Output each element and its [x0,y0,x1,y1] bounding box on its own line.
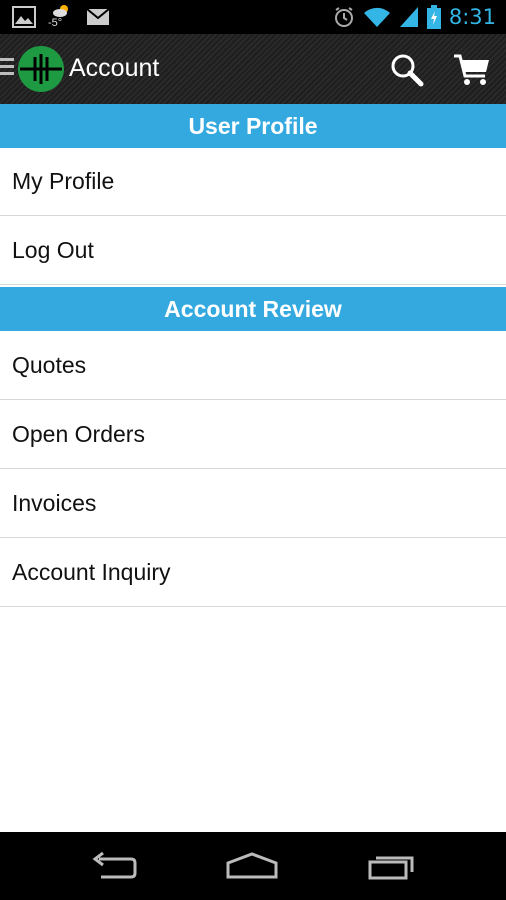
list-item-open-orders[interactable]: Open Orders [0,401,506,469]
list-item-label: Invoices [12,490,97,516]
alarm-icon [334,7,353,27]
signal-icon [399,7,418,27]
cart-button[interactable] [450,48,494,92]
back-icon [92,851,137,879]
list-item-quotes[interactable]: Quotes [0,332,506,400]
system-nav-bar [0,832,506,900]
search-icon [391,54,424,87]
list-item-label: Quotes [12,352,87,378]
section-header-account-review: Account Review [0,287,506,331]
mail-icon [86,8,110,25]
list-item-label: Log Out [12,237,94,263]
recents-icon [368,856,414,880]
wifi-icon [363,7,390,28]
list-item-label: Open Orders [12,421,145,447]
list-item-label: Account Inquiry [12,559,171,585]
list-item-label: My Profile [12,168,115,194]
home-button[interactable] [222,846,282,886]
home-icon [226,852,278,879]
image-icon [12,6,36,28]
cart-icon [454,54,489,85]
action-bar: Account [0,34,506,104]
list-item-invoices[interactable]: Invoices [0,470,506,538]
list-item-my-profile[interactable]: My Profile [0,148,506,216]
list-item-account-inquiry[interactable]: Account Inquiry [0,539,506,607]
back-button[interactable] [82,846,142,886]
search-button[interactable] [385,48,429,92]
drawer-icon[interactable] [0,58,14,80]
status-bar-system: 8:31 [333,2,496,32]
recents-button[interactable] [362,846,422,886]
app-logo[interactable] [18,46,64,92]
weather-temp: -5° [48,17,63,29]
battery-charging-icon [426,5,441,29]
page-title: Account [69,54,160,82]
section-header-user-profile: User Profile [0,104,506,148]
status-bar: -5° 8:31 [0,0,506,34]
weather-icon: -5° [48,4,74,30]
status-time: 8:31 [448,5,496,29]
status-bar-notifications: -5° [12,4,110,30]
list-item-log-out[interactable]: Log Out [0,217,506,285]
